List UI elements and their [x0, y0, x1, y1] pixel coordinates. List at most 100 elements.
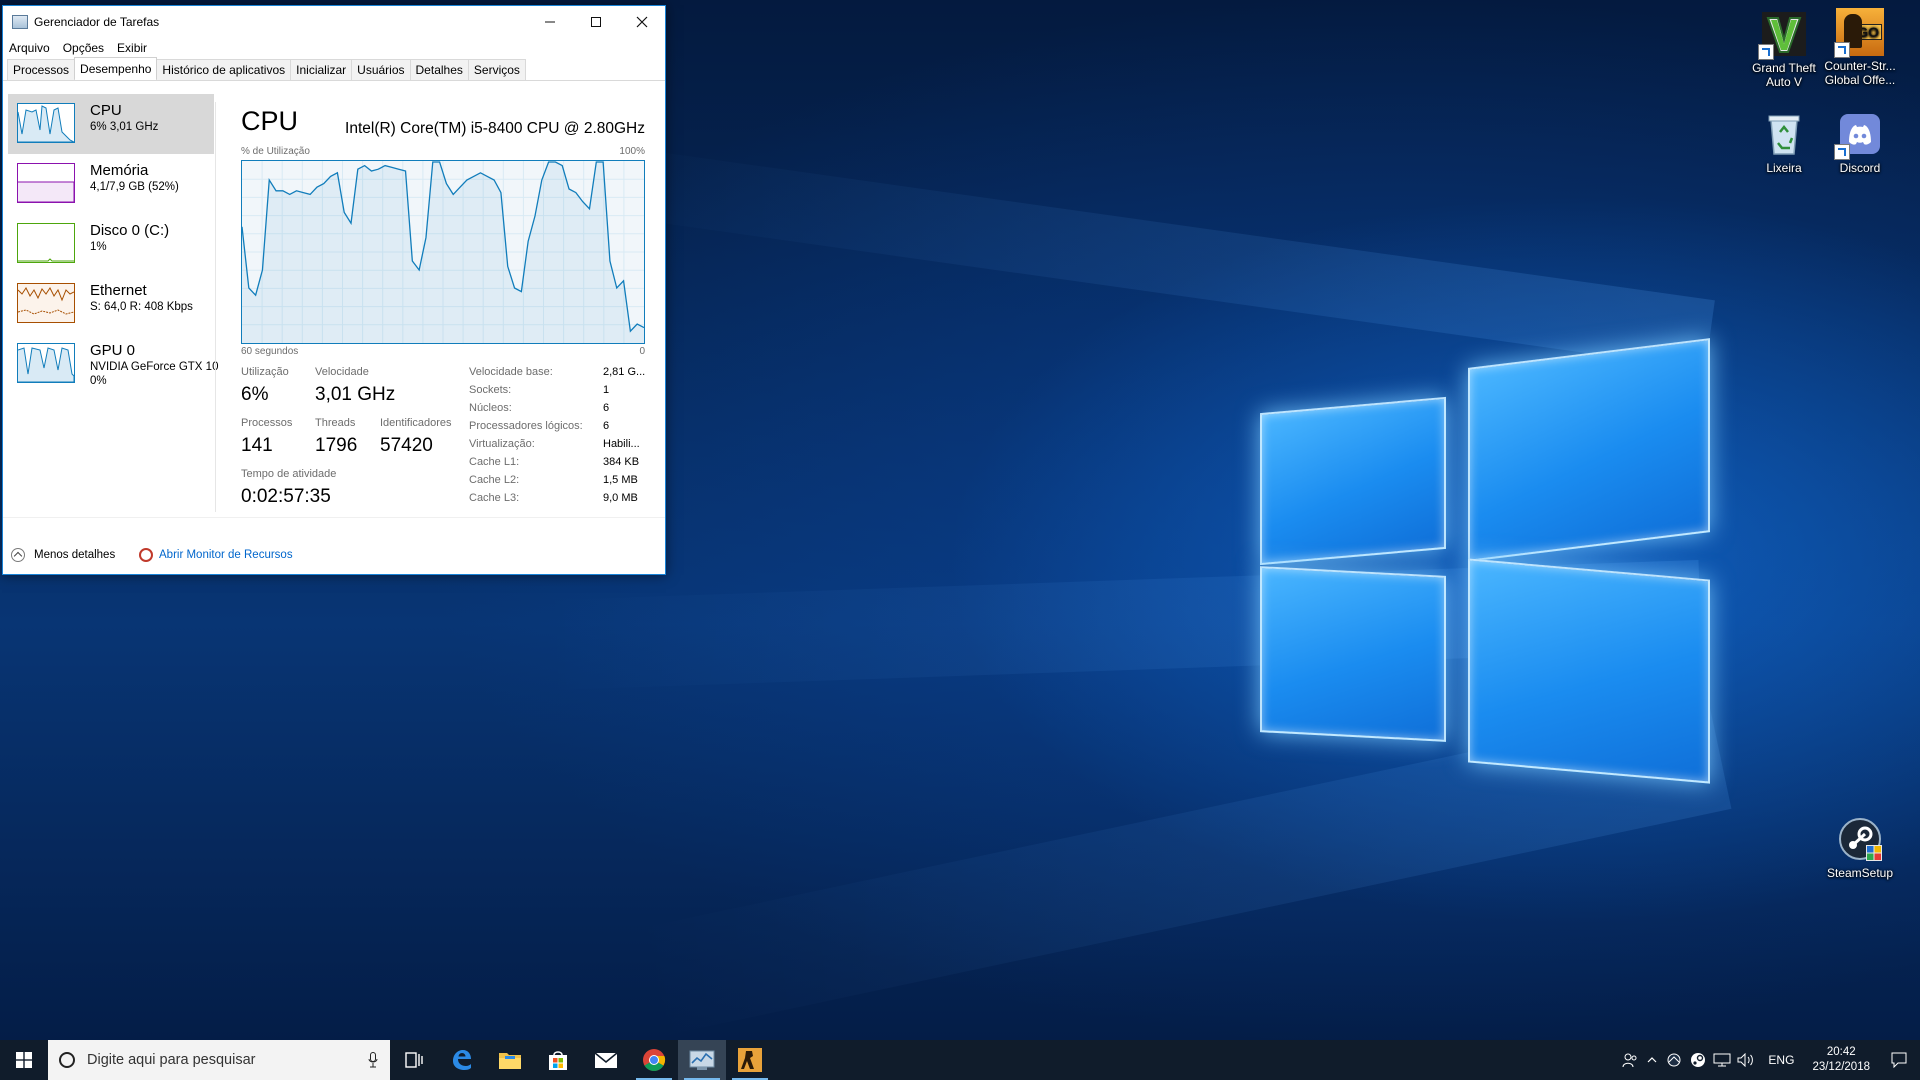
tab-detalhes[interactable]: Detalhes	[409, 59, 469, 80]
disk-thumbnail-graph	[17, 223, 75, 263]
csgo-icon	[738, 1048, 762, 1072]
task-view-button[interactable]	[390, 1040, 438, 1080]
notification-icon	[1891, 1052, 1907, 1068]
open-resource-monitor-link[interactable]: Abrir Monitor de Recursos	[139, 548, 293, 562]
utilization-value: 6%	[241, 384, 269, 405]
store-icon	[549, 1051, 567, 1070]
desktop-icon-gta-v[interactable]: Grand Theft Auto V	[1745, 10, 1823, 89]
language-indicator[interactable]: ENG	[1758, 1053, 1804, 1067]
uptime-label: Tempo de atividade	[241, 468, 337, 480]
tab-servicos[interactable]: Serviços	[467, 59, 526, 80]
light-beam	[566, 140, 1715, 370]
taskbar: Digite aqui para pesquisar ENG 20:42 23/…	[0, 1040, 1920, 1080]
threads-value: 1796	[315, 435, 358, 456]
spec-value: 9,0 MB	[603, 492, 638, 504]
spec-value: 384 KB	[603, 456, 640, 468]
fewer-details-button[interactable]: Menos detalhes	[11, 548, 115, 562]
graph-y-max: 100%	[619, 146, 645, 157]
spec-label: Núcleos:	[469, 402, 512, 414]
resource-cpu[interactable]: CPU 6% 3,01 GHz	[8, 94, 214, 154]
shortcut-arrow-icon	[1758, 44, 1774, 60]
spec-label: Cache L1:	[469, 456, 520, 468]
search-input[interactable]: Digite aqui para pesquisar	[87, 1052, 368, 1068]
taskbar-task-manager[interactable]	[678, 1040, 726, 1080]
cpu-heading: CPU	[241, 106, 299, 136]
shortcut-arrow-icon	[1834, 42, 1850, 58]
resource-subtitle: 6% 3,01 GHz	[90, 121, 159, 133]
menu-opcoes[interactable]: Opções	[63, 38, 104, 58]
folder-icon	[499, 1053, 521, 1069]
microphone-icon[interactable]	[368, 1052, 378, 1068]
desktop-icon-label: Global Offe...	[1824, 73, 1896, 87]
spec-label: Cache L3:	[469, 492, 520, 504]
resource-list: CPU 6% 3,01 GHz Memória 4,1/7,9 GB (52%)…	[8, 94, 218, 514]
desktop-icon-label: Discord	[1839, 161, 1881, 175]
desktop-icon-csgo[interactable]: GO Counter-Str... Global Offe...	[1821, 8, 1899, 87]
spec-value: 6	[603, 402, 610, 414]
desktop-icon-steamsetup[interactable]: SteamSetup	[1821, 815, 1899, 880]
clock[interactable]: 20:42 23/12/2018	[1804, 1045, 1878, 1075]
spec-value: Habili...	[603, 438, 640, 450]
desktop-icon-label: Lixeira	[1766, 161, 1802, 175]
window-title: Gerenciador de Tarefas	[34, 15, 160, 29]
taskbar-edge[interactable]	[438, 1040, 486, 1080]
spec-label: Velocidade base:	[469, 366, 553, 378]
tab-usuarios[interactable]: Usuários	[351, 59, 411, 80]
taskbar-csgo[interactable]	[726, 1040, 774, 1080]
taskbar-mail[interactable]	[582, 1040, 630, 1080]
menu-bar: Arquivo Opções Exibir	[3, 38, 665, 58]
menu-arquivo[interactable]: Arquivo	[9, 38, 50, 58]
discord-icon	[1834, 110, 1884, 160]
handles-label: Identificadores	[380, 417, 452, 429]
close-button[interactable]	[619, 6, 665, 38]
clock-time: 20:42	[1826, 1046, 1856, 1058]
menu-exibir[interactable]: Exibir	[117, 38, 147, 58]
minimize-button[interactable]	[527, 6, 573, 38]
tab-processos[interactable]: Processos	[7, 59, 76, 80]
maximize-button[interactable]	[573, 6, 619, 38]
task-view-icon	[405, 1052, 423, 1068]
network-icon[interactable]	[1710, 1040, 1734, 1080]
gta-v-icon	[1758, 10, 1808, 60]
chevron-up-icon[interactable]	[1642, 1040, 1662, 1080]
tab-historico-aplicativos[interactable]: Histórico de aplicativos	[156, 59, 292, 80]
start-button[interactable]	[0, 1040, 48, 1080]
taskbar-store[interactable]	[534, 1040, 582, 1080]
taskbar-file-explorer[interactable]	[486, 1040, 534, 1080]
action-center-button[interactable]	[1878, 1040, 1920, 1080]
spec-label: Virtualização:	[469, 438, 535, 450]
resource-gpu[interactable]: GPU 0 NVIDIA GeForce GTX 10 0%	[8, 334, 218, 394]
processes-label: Processos	[241, 417, 293, 429]
pane-divider[interactable]	[215, 102, 216, 512]
task-manager-footer: Menos detalhes Abrir Monitor de Recursos	[3, 517, 665, 574]
desktop-icon-discord[interactable]: Discord	[1821, 110, 1899, 175]
desktop-icon-label: Auto V	[1765, 75, 1803, 89]
desktop-icon-recycle-bin[interactable]: Lixeira	[1745, 110, 1823, 175]
volume-icon[interactable]	[1734, 1040, 1758, 1080]
steam-setup-icon	[1836, 815, 1884, 863]
resource-disk[interactable]: Disco 0 (C:) 1%	[8, 214, 214, 274]
resource-memory[interactable]: Memória 4,1/7,9 GB (52%)	[8, 154, 214, 214]
people-icon[interactable]	[1618, 1040, 1642, 1080]
taskbar-chrome[interactable]	[630, 1040, 678, 1080]
spec-value: 2,81 G...	[603, 366, 646, 378]
search-box[interactable]: Digite aqui para pesquisar	[48, 1040, 390, 1080]
task-manager-window[interactable]: Gerenciador de Tarefas Arquivo Opções Ex…	[2, 5, 666, 575]
cortana-icon	[59, 1052, 75, 1068]
tab-desempenho[interactable]: Desempenho	[74, 57, 158, 79]
utilization-label: Utilização	[241, 366, 289, 378]
windows-logo-graphic	[1260, 338, 1710, 785]
resource-title: CPU	[90, 102, 122, 119]
tab-inicializar[interactable]: Inicializar	[290, 59, 353, 80]
spec-value: 6	[603, 420, 610, 432]
resource-ethernet[interactable]: Ethernet S: 64,0 R: 408 Kbps	[8, 274, 214, 334]
onedrive-icon[interactable]	[1662, 1040, 1686, 1080]
edge-icon	[453, 1050, 471, 1070]
title-bar[interactable]: Gerenciador de Tarefas	[3, 6, 665, 38]
steam-tray-icon[interactable]	[1686, 1040, 1710, 1080]
resource-subtitle: 4,1/7,9 GB (52%)	[90, 181, 179, 193]
resource-title: GPU 0	[90, 342, 136, 359]
desktop-icon-label: Grand Theft	[1752, 61, 1816, 75]
cpu-thumbnail-graph	[17, 103, 75, 143]
task-manager-icon	[689, 1050, 715, 1070]
